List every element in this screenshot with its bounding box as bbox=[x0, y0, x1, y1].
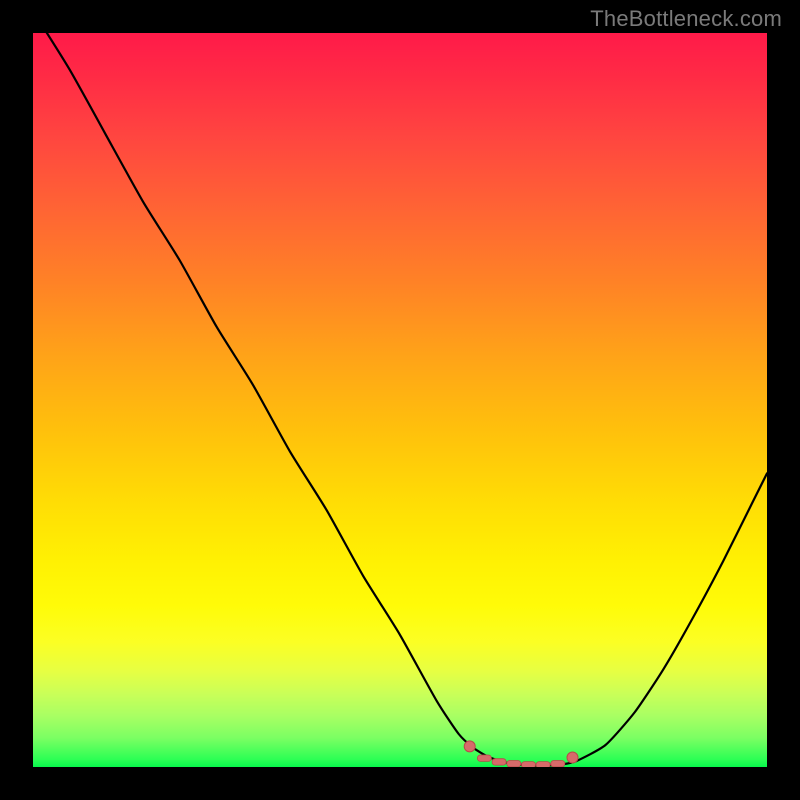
flat-seg-6 bbox=[551, 761, 565, 767]
flat-seg-4 bbox=[522, 762, 536, 767]
flat-left-end bbox=[464, 741, 475, 752]
flat-seg-3 bbox=[507, 761, 521, 767]
plot-area bbox=[33, 33, 767, 767]
flat-seg-5 bbox=[536, 762, 550, 767]
flat-right-end bbox=[567, 752, 578, 763]
watermark-text: TheBottleneck.com bbox=[590, 6, 782, 32]
bottleneck-curve bbox=[33, 33, 767, 766]
chart-frame: TheBottleneck.com bbox=[0, 0, 800, 800]
flat-seg-2 bbox=[492, 759, 506, 765]
curve-layer bbox=[33, 33, 767, 767]
flat-seg-1 bbox=[477, 755, 491, 761]
